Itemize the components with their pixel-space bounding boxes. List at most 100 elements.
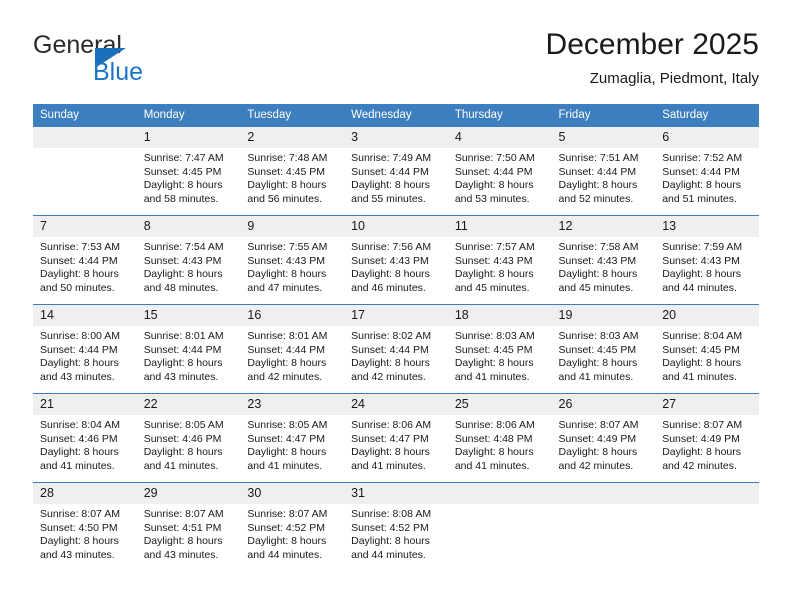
daylight-duration-line2: and 41 minutes. [143,459,219,472]
calendar-day-cell[interactable]: 9 Sunrise: 7:55 AM Sunset: 4:43 PM Daylight… [240,215,345,305]
calendar-day-cell[interactable]: 23 Sunrise: 8:05 AM Sunset: 4:47 PM Dayligh… [240,393,345,483]
daylight-duration-line2: and 48 minutes. [143,281,219,294]
sunrise-time: Sunrise: 8:07 AM [662,419,743,431]
sunset-time: Sunset: 4:46 PM [40,432,118,445]
day-number: 28 [33,483,137,504]
calendar-day-cell[interactable]: 10 Sunrise: 7:56 AM Sunset: 4:43 PM Dayligh… [344,215,448,305]
sunset-time: Sunset: 4:44 PM [143,343,222,356]
calendar-empty-cell [33,126,137,216]
sunrise-time: Sunrise: 8:04 AM [40,419,120,431]
sunset-time: Sunset: 4:51 PM [143,521,222,534]
daylight-duration-line2: and 51 minutes. [662,192,737,205]
sunset-time: Sunset: 4:44 PM [351,343,429,356]
calendar-day-cell[interactable]: 6 Sunrise: 7:52 AM Sunset: 4:44 PM Daylight… [655,126,759,216]
calendar-day-cell[interactable]: 8 Sunrise: 7:54 AM Sunset: 4:43 PM Daylight… [136,215,241,305]
day-number: 1 [136,127,241,148]
calendar-day-cell[interactable]: 29 Sunrise: 8:07 AM Sunset: 4:51 PM Dayligh… [136,482,241,571]
daylight-duration-line1: Daylight: 8 hours [558,179,638,192]
day-number [33,127,137,148]
sunset-time: Sunset: 4:46 PM [143,432,222,445]
day-details: Sunrise: 8:06 AM Sunset: 4:48 PM Daylight:… [448,415,552,473]
daylight-duration-line1: Daylight: 8 hours [558,357,638,370]
daylight-duration-line1: Daylight: 8 hours [143,268,223,281]
daylight-duration-line1: Daylight: 8 hours [143,446,223,459]
day-number: 25 [447,394,552,415]
day-details: Sunrise: 7:54 AM Sunset: 4:43 PM Daylight:… [137,237,241,295]
calendar-week-row: 14 Sunrise: 8:00 AM Sunset: 4:44 PM Dayligh… [33,304,759,394]
calendar-day-cell[interactable]: 2 Sunrise: 7:48 AM Sunset: 4:45 PM Daylight… [240,126,345,216]
calendar-body: 1 Sunrise: 7:47 AM Sunset: 4:45 PM Daylight… [33,126,759,571]
calendar-day-cell[interactable]: 3 Sunrise: 7:49 AM Sunset: 4:44 PM Daylight… [344,126,448,216]
day-details: Sunrise: 7:49 AM Sunset: 4:44 PM Daylight:… [344,148,448,206]
calendar-day-cell[interactable]: 11 Sunrise: 7:57 AM Sunset: 4:43 PM Dayligh… [447,215,552,305]
day-number: 24 [344,394,448,415]
day-details: Sunrise: 7:52 AM Sunset: 4:44 PM Daylight:… [655,148,759,206]
sunset-time: Sunset: 4:44 PM [454,165,533,178]
weekday-header-thursday: Thursday [447,104,552,127]
daylight-duration-line1: Daylight: 8 hours [143,179,223,192]
daylight-duration-line2: and 41 minutes. [454,370,530,383]
calendar-day-cell[interactable]: 19 Sunrise: 8:03 AM Sunset: 4:45 PM Dayligh… [551,304,656,394]
sunrise-time: Sunrise: 7:57 AM [454,241,535,253]
sunset-time: Sunset: 4:52 PM [351,521,429,534]
day-number: 13 [655,216,759,237]
daylight-duration-line1: Daylight: 8 hours [40,535,119,548]
daylight-duration-line1: Daylight: 8 hours [662,446,742,459]
daylight-duration-line1: Daylight: 8 hours [143,357,223,370]
calendar-day-cell[interactable]: 17 Sunrise: 8:02 AM Sunset: 4:44 PM Dayligh… [344,304,448,394]
calendar-day-cell[interactable]: 26 Sunrise: 8:07 AM Sunset: 4:49 PM Dayligh… [551,393,656,483]
calendar-day-cell[interactable]: 12 Sunrise: 7:58 AM Sunset: 4:43 PM Dayligh… [551,215,656,305]
day-number: 9 [240,216,345,237]
sunset-time: Sunset: 4:47 PM [351,432,429,445]
calendar-day-cell[interactable]: 22 Sunrise: 8:05 AM Sunset: 4:46 PM Dayligh… [136,393,241,483]
daylight-duration-line2: and 42 minutes. [662,459,737,472]
daylight-duration-line2: and 44 minutes. [247,548,323,561]
daylight-duration-line1: Daylight: 8 hours [454,446,534,459]
calendar-day-cell[interactable]: 18 Sunrise: 8:03 AM Sunset: 4:45 PM Dayligh… [447,304,552,394]
calendar-day-cell[interactable]: 24 Sunrise: 8:06 AM Sunset: 4:47 PM Dayligh… [344,393,448,483]
sunset-time: Sunset: 4:44 PM [40,343,118,356]
sunrise-time: Sunrise: 8:07 AM [247,508,328,520]
day-number: 30 [240,483,345,504]
day-details: Sunrise: 7:55 AM Sunset: 4:43 PM Daylight:… [240,237,344,295]
calendar-day-cell[interactable]: 31 Sunrise: 8:08 AM Sunset: 4:52 PM Dayligh… [344,482,448,571]
calendar-day-cell[interactable]: 5 Sunrise: 7:51 AM Sunset: 4:44 PM Daylight… [551,126,656,216]
calendar-day-cell[interactable]: 25 Sunrise: 8:06 AM Sunset: 4:48 PM Dayligh… [447,393,552,483]
day-number [447,483,552,504]
sunset-time: Sunset: 4:52 PM [247,521,326,534]
sunrise-time: Sunrise: 7:52 AM [662,152,743,164]
sunrise-time: Sunrise: 8:06 AM [454,419,535,431]
sunrise-time: Sunrise: 8:06 AM [351,419,432,431]
calendar-day-cell[interactable]: 7 Sunrise: 7:53 AM Sunset: 4:44 PM Daylight… [33,215,137,305]
calendar-day-cell[interactable]: 13 Sunrise: 7:59 AM Sunset: 4:43 PM Dayligh… [655,215,759,305]
calendar-day-cell[interactable]: 30 Sunrise: 8:07 AM Sunset: 4:52 PM Dayligh… [240,482,345,571]
calendar-day-cell[interactable]: 16 Sunrise: 8:01 AM Sunset: 4:44 PM Dayligh… [240,304,345,394]
daylight-duration-line1: Daylight: 8 hours [454,268,534,281]
calendar-day-cell[interactable]: 27 Sunrise: 8:07 AM Sunset: 4:49 PM Dayligh… [655,393,759,483]
day-details: Sunrise: 7:59 AM Sunset: 4:43 PM Daylight:… [655,237,759,295]
day-number: 19 [551,305,656,326]
logo-text-blue: Blue [93,58,144,86]
calendar-day-cell[interactable]: 14 Sunrise: 8:00 AM Sunset: 4:44 PM Dayligh… [33,304,137,394]
daylight-duration-line2: and 56 minutes. [247,192,323,205]
calendar-day-cell[interactable]: 15 Sunrise: 8:01 AM Sunset: 4:44 PM Dayligh… [136,304,241,394]
calendar-day-cell[interactable]: 1 Sunrise: 7:47 AM Sunset: 4:45 PM Daylight… [136,126,241,216]
sunrise-time: Sunrise: 8:03 AM [454,330,535,342]
sunrise-time: Sunrise: 8:05 AM [247,419,328,431]
daylight-duration-line1: Daylight: 8 hours [40,357,119,370]
daylight-duration-line1: Daylight: 8 hours [143,535,223,548]
calendar-week-row: 21 Sunrise: 8:04 AM Sunset: 4:46 PM Dayligh… [33,393,759,483]
day-number: 8 [136,216,241,237]
sunrise-time: Sunrise: 8:04 AM [662,330,743,342]
calendar-day-cell[interactable]: 4 Sunrise: 7:50 AM Sunset: 4:44 PM Daylight… [447,126,552,216]
day-number: 21 [33,394,137,415]
general-blue-logo[interactable]: General Blue [33,32,233,90]
sunrise-time: Sunrise: 8:08 AM [351,508,432,520]
calendar-day-cell[interactable]: 28 Sunrise: 8:07 AM Sunset: 4:50 PM Dayligh… [33,482,137,571]
daylight-duration-line1: Daylight: 8 hours [40,268,119,281]
sunset-time: Sunset: 4:43 PM [454,254,533,267]
day-details: Sunrise: 8:05 AM Sunset: 4:47 PM Daylight:… [240,415,344,473]
calendar-day-cell[interactable]: 20 Sunrise: 8:04 AM Sunset: 4:45 PM Dayligh… [655,304,759,394]
calendar-day-cell[interactable]: 21 Sunrise: 8:04 AM Sunset: 4:46 PM Dayligh… [33,393,137,483]
day-details: Sunrise: 8:04 AM Sunset: 4:46 PM Daylight:… [33,415,137,473]
